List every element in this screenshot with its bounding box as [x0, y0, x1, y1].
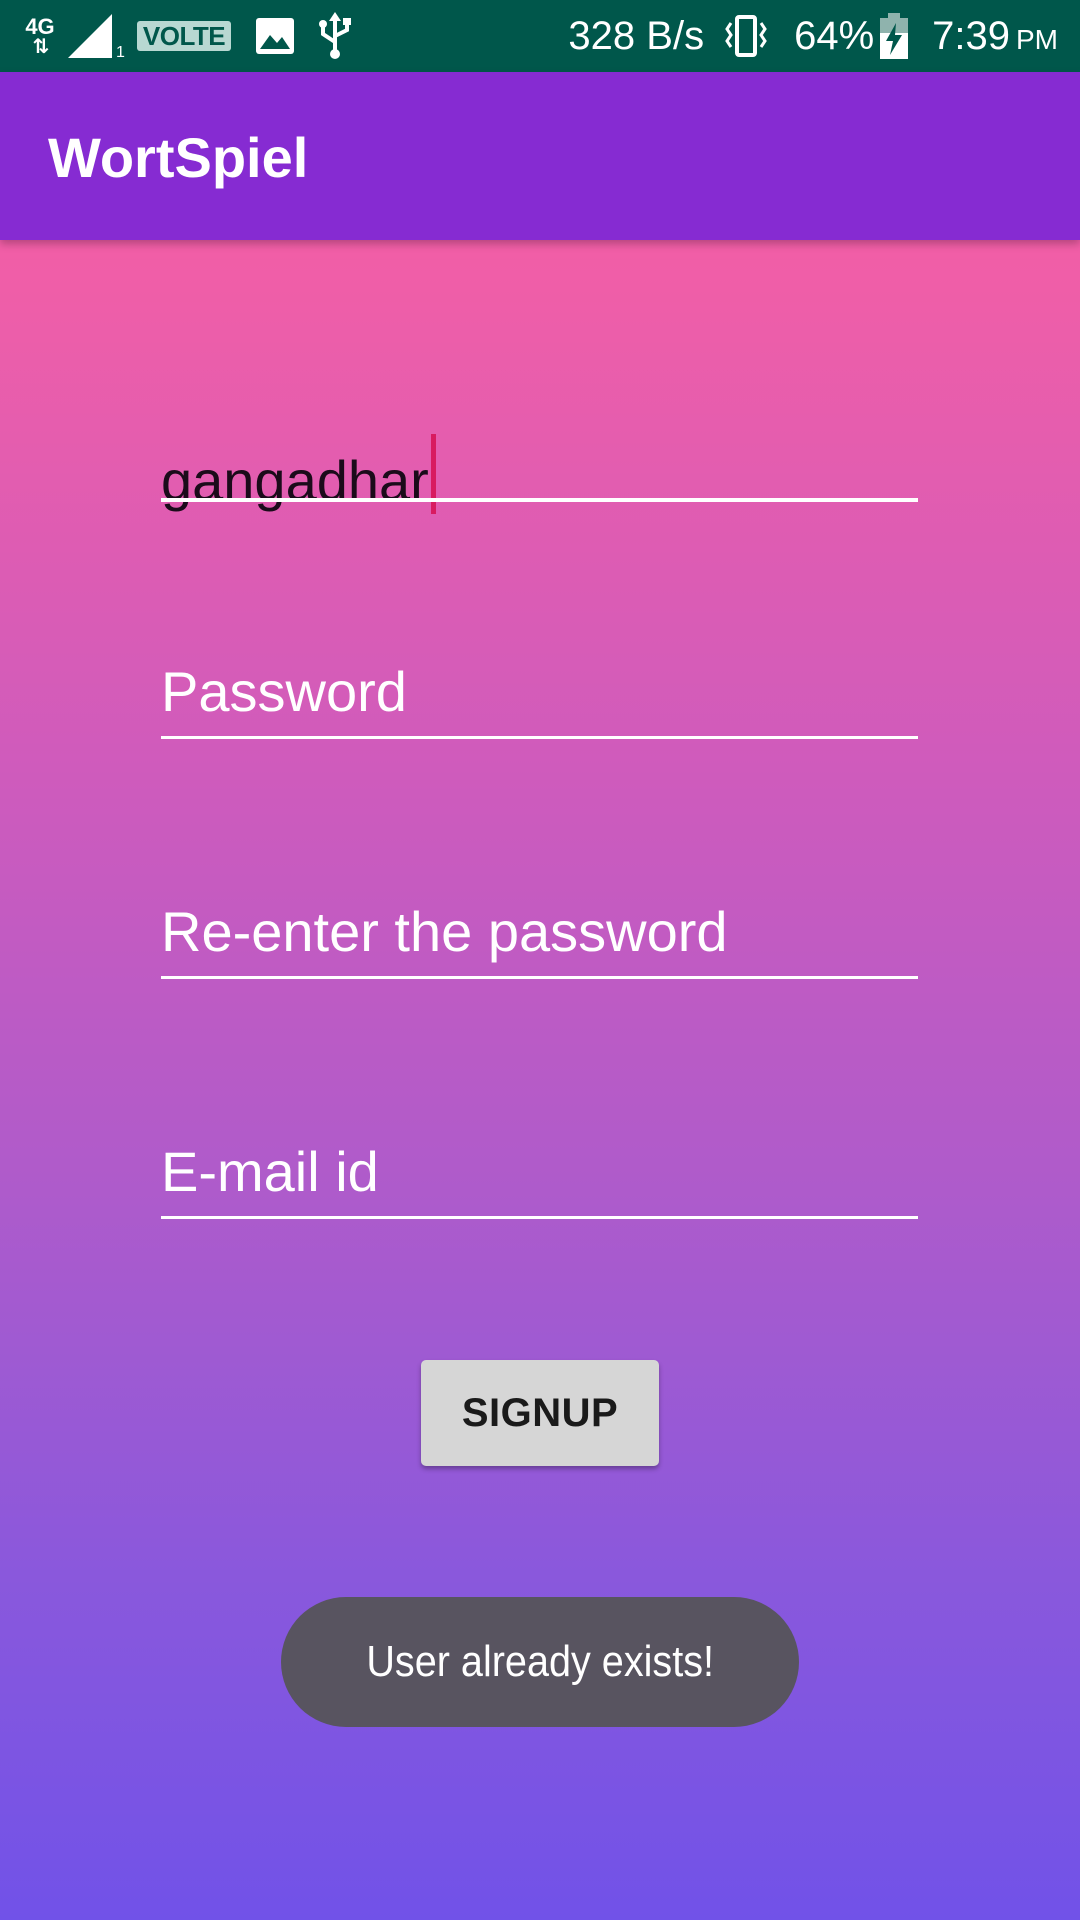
battery-percent: 64% — [794, 13, 875, 58]
clock: 7:39 PM — [932, 14, 1058, 59]
network-4g-icon: 4G ⇅ — [22, 14, 58, 58]
reenter-password-placeholder: Re-enter the password — [161, 900, 728, 963]
signup-button[interactable]: SIGNUP — [421, 1360, 659, 1466]
signup-screen: 4G ⇅ 1 VOLTE 328 B/s 64% 7:39 PM WortSpi… — [0, 0, 1080, 1920]
toast: User already exists! — [281, 1597, 799, 1727]
vibrate-icon — [725, 15, 767, 57]
text-cursor — [430, 434, 436, 514]
usb-icon — [319, 12, 352, 59]
reenter-password-underline — [161, 976, 918, 979]
clock-time: 7:39 — [932, 13, 1010, 58]
username-value: gangadhar — [161, 449, 429, 512]
reenter-password-field[interactable]: Re-enter the password — [161, 900, 918, 980]
app-bar: WortSpiel — [0, 72, 1080, 240]
username-underline — [161, 498, 918, 502]
username-input[interactable]: gangadhar — [161, 434, 436, 514]
clock-ampm: PM — [1016, 23, 1058, 55]
status-bar-right: 328 B/s 64% 7:39 PM — [568, 0, 1058, 72]
password-field[interactable]: Password — [161, 660, 918, 740]
volte-badge: VOLTE — [136, 21, 232, 51]
network-type: 4G — [25, 14, 55, 39]
password-placeholder: Password — [161, 660, 407, 723]
status-bar: 4G ⇅ 1 VOLTE 328 B/s 64% 7:39 PM — [0, 0, 1080, 72]
email-underline — [161, 1216, 918, 1219]
status-bar-left: 4G ⇅ 1 VOLTE — [22, 0, 355, 72]
data-speed: 328 B/s — [568, 13, 705, 58]
username-field[interactable]: gangadhar — [161, 430, 918, 514]
toast-message: User already exists! — [366, 1637, 714, 1686]
password-underline — [161, 736, 918, 739]
battery-charging-icon — [880, 13, 909, 59]
app-title: WortSpiel — [48, 126, 309, 189]
signal-icon — [68, 14, 112, 58]
sim-slot: 1 — [116, 44, 125, 61]
email-field[interactable]: E-mail id — [161, 1140, 918, 1220]
image-icon — [256, 18, 295, 54]
email-placeholder: E-mail id — [161, 1140, 379, 1203]
data-arrows-icon: ⇅ — [32, 36, 50, 58]
